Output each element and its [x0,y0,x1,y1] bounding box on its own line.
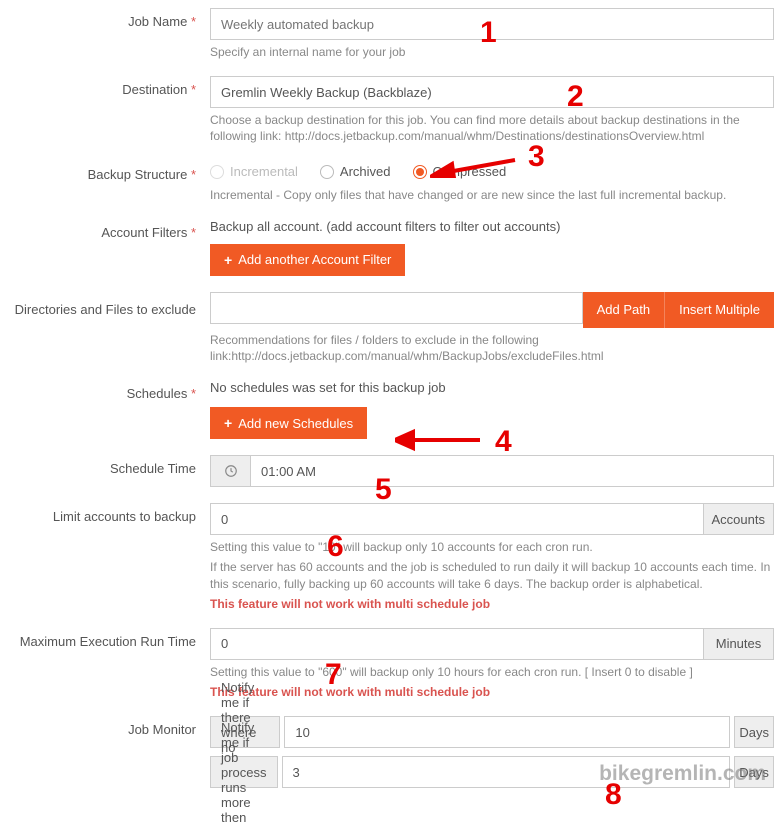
help-jobname: Specify an internal name for your job [210,44,774,60]
exclude-input[interactable] [210,292,583,324]
help-limit2: If the server has 60 accounts and the jo… [210,559,774,591]
monitor-unit2: Days [734,756,774,788]
plus-icon: + [224,415,232,431]
schedules-text: No schedules was set for this backup job [210,380,774,395]
warn-limit: This feature will not work with multi sc… [210,596,774,612]
plus-icon: + [224,252,232,268]
jobname-input[interactable] [210,8,774,40]
label-limit: Limit accounts to backup [0,503,210,612]
monitor-nobackup-input[interactable] [284,716,730,748]
label-jobname: Job Name [0,8,210,60]
structure-radiogroup: Incremental Archived Compressed [210,161,774,183]
monitor-runsmore-label: Notify me if job process runs more then [210,756,278,788]
radio-incremental: Incremental [210,164,298,179]
help-destination: Choose a backup destination for this job… [210,112,774,144]
limit-input[interactable] [210,503,704,535]
monitor-unit1: Days [734,716,774,748]
maxexec-input[interactable] [210,628,704,660]
add-filter-button[interactable]: +Add another Account Filter [210,244,405,276]
label-monitor: Job Monitor [0,716,210,796]
monitor-runsmore-input[interactable] [282,756,731,788]
label-filters: Account Filters [0,219,210,276]
radio-archived[interactable]: Archived [320,164,391,179]
label-exclude: Directories and Files to exclude [0,292,210,364]
insert-multiple-button[interactable]: Insert Multiple [665,292,774,328]
help-limit1: Setting this value to "10" will backup o… [210,539,774,555]
limit-unit: Accounts [704,503,774,535]
radio-compressed[interactable]: Compressed [413,164,507,179]
label-scheduletime: Schedule Time [0,455,210,487]
clock-icon [210,455,250,487]
scheduletime-input[interactable] [250,455,774,487]
label-destination: Destination [0,76,210,144]
maxexec-unit: Minutes [704,628,774,660]
add-schedule-button[interactable]: +Add new Schedules [210,407,367,439]
help-exclude: Recommendations for files / folders to e… [210,332,774,364]
destination-select[interactable]: Gremlin Weekly Backup (Backblaze) [210,76,774,108]
label-maxexec: Maximum Execution Run Time [0,628,210,700]
help-structure: Incremental - Copy only files that have … [210,187,774,203]
label-structure: Backup Structure [0,161,210,203]
warn-maxexec: This feature will not work with multi sc… [210,684,774,700]
label-schedules: Schedules [0,380,210,439]
filters-text: Backup all account. (add account filters… [210,219,774,234]
add-path-button[interactable]: Add Path [583,292,666,328]
help-maxexec: Setting this value to "600" will backup … [210,664,774,680]
